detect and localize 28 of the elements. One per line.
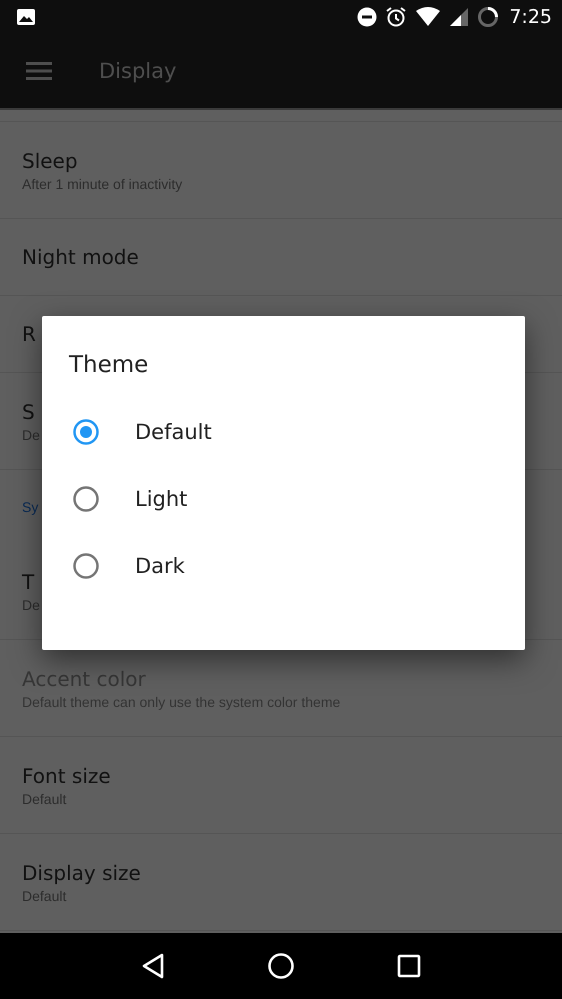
image-icon	[16, 7, 36, 27]
do-not-disturb-icon	[357, 7, 378, 27]
category-header: Sy	[22, 498, 38, 514]
home-icon[interactable]	[266, 952, 295, 980]
dialog-title: Theme	[69, 352, 148, 378]
recents-icon[interactable]	[396, 953, 422, 979]
item-title: T	[22, 570, 34, 594]
item-title: Display size	[22, 860, 141, 884]
settings-item[interactable]: Night mode	[0, 219, 562, 296]
alarm-icon	[385, 6, 408, 28]
radio-option[interactable]: Default	[42, 398, 525, 465]
menu-icon[interactable]	[26, 62, 52, 80]
battery-ring-icon	[477, 6, 500, 28]
radio-button[interactable]	[72, 552, 100, 580]
radio-button[interactable]	[72, 418, 100, 446]
item-title: Night mode	[22, 245, 139, 269]
wifi-icon	[415, 7, 442, 27]
radio-option[interactable]: Light	[42, 465, 525, 532]
radio-option[interactable]: Dark	[42, 532, 525, 599]
signal-icon	[449, 7, 470, 27]
radio-button[interactable]	[72, 484, 100, 512]
item-title: S	[22, 400, 35, 424]
item-title: R	[22, 322, 36, 346]
screen-title: Display	[99, 59, 176, 83]
item-title: Sleep	[22, 148, 78, 172]
item-title: Font size	[22, 764, 111, 788]
back-icon[interactable]	[140, 952, 166, 980]
clock-time: 7:25	[509, 6, 552, 28]
